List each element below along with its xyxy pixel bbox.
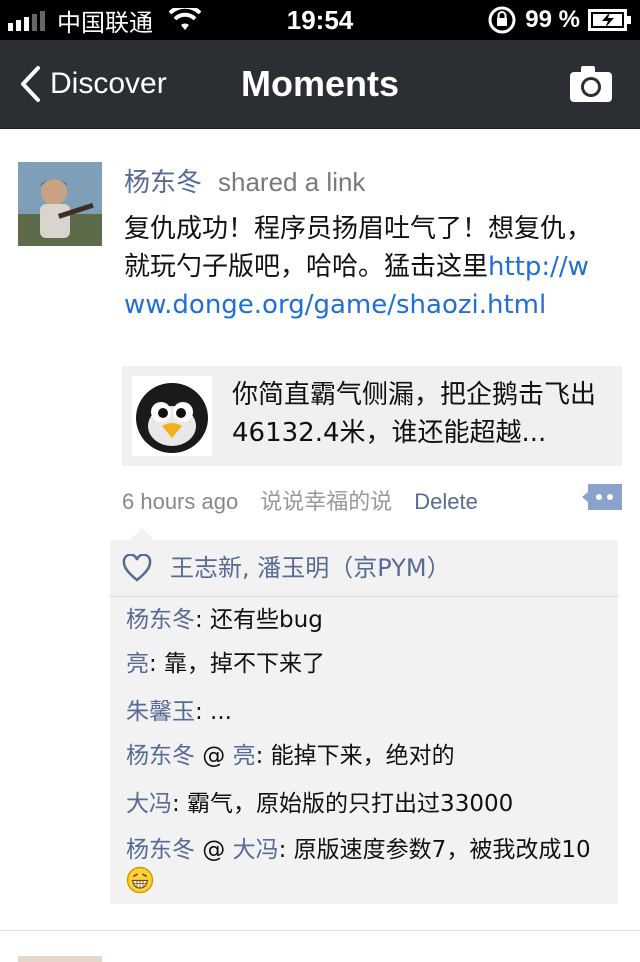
comment-item[interactable]: 朱馨玉: ... xyxy=(126,696,610,728)
camera-icon[interactable] xyxy=(568,62,614,106)
likes-comments-panel: 王志新, 潘玉明（京PYM） 杨东冬: 还有些bug 亮: 靠，掉不下来了 朱馨… xyxy=(110,528,618,904)
rotation-lock-icon xyxy=(488,6,516,34)
comment-text: : 霸气，原始版的只打出过33000 xyxy=(172,791,514,817)
comment-author[interactable]: 亮 xyxy=(126,651,149,677)
grin-emoji-icon xyxy=(126,866,154,894)
comment-text: : 原版速度参数7，被我改成10 xyxy=(278,837,591,863)
status-bar: 中国联通 19:54 99 % xyxy=(0,0,640,40)
comment-item[interactable]: 杨东冬 @ 大冯: 原版速度参数7，被我改成10 xyxy=(126,834,610,898)
delete-button[interactable]: Delete xyxy=(414,489,478,514)
post-text: 复仇成功！程序员扬眉吐气了！想复仇，就玩勺子版吧，哈哈。猛击这里http://w… xyxy=(124,210,604,324)
comment-reply-to[interactable]: 亮 xyxy=(233,743,256,769)
post-divider xyxy=(0,930,640,931)
comment-text: : ... xyxy=(195,699,232,725)
avatar-photo xyxy=(18,162,102,246)
comment-reply-to[interactable]: 大冯 xyxy=(233,837,279,863)
reply-symbol: @ xyxy=(195,743,233,769)
back-button-label: Discover xyxy=(50,67,167,100)
likes-row: 王志新, 潘玉明（京PYM） xyxy=(110,540,618,597)
avatar[interactable] xyxy=(18,162,102,246)
post-meta: 6 hours ago 说说幸福的说 Delete xyxy=(122,484,622,520)
status-right: 99 % xyxy=(487,0,632,40)
battery-percent: 99 % xyxy=(525,6,580,33)
link-card[interactable]: 你简直霸气侧漏，把企鹅击飞出46132.4米，谁还能超越... xyxy=(122,366,622,466)
comment-item[interactable]: 杨东冬 @ 亮: 能掉下来，绝对的 xyxy=(126,740,610,772)
comment-item[interactable]: 杨东冬: 还有些bug xyxy=(126,604,610,636)
penguin-icon xyxy=(132,376,212,456)
comment-author[interactable]: 杨东冬 xyxy=(126,837,195,863)
post-time: 6 hours ago xyxy=(122,489,239,514)
liker-names[interactable]: 王志新, 潘玉明（京PYM） xyxy=(170,540,451,596)
comment-text: : 靠，掉不下来了 xyxy=(149,651,326,677)
back-button[interactable]: Discover xyxy=(18,40,167,128)
next-post-avatar[interactable] xyxy=(18,956,102,962)
heart-icon xyxy=(122,554,152,582)
post-action-text: shared a link xyxy=(218,167,366,197)
comment-item[interactable]: 大冯: 霸气，原始版的只打出过33000 xyxy=(126,788,610,820)
link-card-text: 你简直霸气侧漏，把企鹅击飞出46132.4米，谁还能超越... xyxy=(232,380,597,448)
post-header: 杨东冬 shared a link xyxy=(124,164,365,200)
comment-text: : 还有些bug xyxy=(195,607,323,633)
comment-author[interactable]: 杨东冬 xyxy=(126,743,195,769)
battery-charging-icon xyxy=(588,9,631,31)
navigation-bar: Discover Moments xyxy=(0,40,640,129)
reply-symbol: @ xyxy=(195,837,233,863)
comment-author[interactable]: 朱馨玉 xyxy=(126,699,195,725)
comment-author[interactable]: 大冯 xyxy=(126,791,172,817)
comment-bubble-icon[interactable] xyxy=(582,482,622,512)
comment-author[interactable]: 杨东冬 xyxy=(126,607,195,633)
chevron-left-icon xyxy=(21,66,40,102)
comment-text: : 能掉下来，绝对的 xyxy=(255,743,455,769)
comment-item[interactable]: 亮: 靠，掉不下来了 xyxy=(126,648,610,680)
post-source[interactable]: 说说幸福的说 xyxy=(260,490,392,515)
author-name[interactable]: 杨东冬 xyxy=(124,167,202,197)
